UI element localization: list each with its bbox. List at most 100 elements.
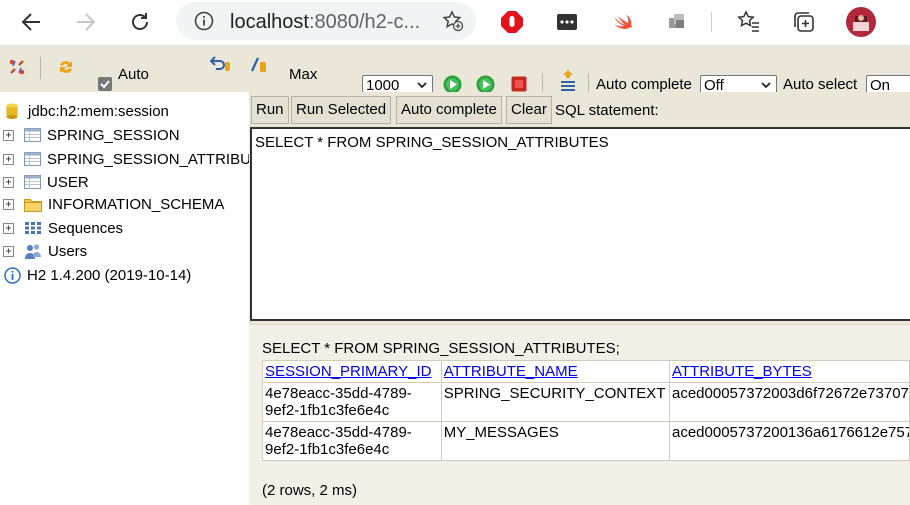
column-header-attribute-bytes[interactable]: ATTRIBUTE_BYTES xyxy=(668,360,910,383)
history-icon[interactable] xyxy=(559,69,577,91)
url-path: :8080/h2-c... xyxy=(308,11,421,33)
result-table: SESSION_PRIMARY_ID ATTRIBUTE_NAME ATTRIB… xyxy=(262,360,910,461)
run-icon[interactable] xyxy=(443,75,462,92)
forward-arrow-icon xyxy=(77,13,96,31)
expand-icon[interactable]: + xyxy=(3,176,14,188)
collections-icon xyxy=(794,12,814,32)
tree-item-label: USER xyxy=(47,173,89,191)
cell-id-line1: 4e78eacc-35dd-4789- xyxy=(265,385,412,402)
extensions-icon xyxy=(669,14,684,28)
cell-attribute-name: MY_MESSAGES xyxy=(440,421,670,461)
max-rows-label: Max xyxy=(289,66,318,83)
back-arrow-icon xyxy=(21,13,40,31)
result-header-row: SESSION_PRIMARY_ID ATTRIBUTE_NAME ATTRIB… xyxy=(262,360,910,383)
avatar-icon xyxy=(846,7,876,37)
tree-item-label: Sequences xyxy=(48,219,124,237)
tree-item-spring-session-attributes[interactable]: + SPRING_SESSION_ATTRIBUTES xyxy=(0,148,249,170)
expand-icon[interactable]: + xyxy=(3,129,14,141)
version-label: H2 1.4.200 (2019-10-14) xyxy=(27,266,192,284)
result-statement: SELECT * FROM SPRING_SESSION_ATTRIBUTES; xyxy=(262,340,620,357)
database-icon xyxy=(6,103,18,119)
max-rows-select[interactable]: 1000 xyxy=(362,75,433,92)
collections-button[interactable] xyxy=(792,10,816,34)
cell-attribute-bytes: aced0005737200136a6176612e757 xyxy=(668,421,910,461)
url-host: localhost xyxy=(230,11,309,33)
auto-complete-button[interactable]: Auto complete xyxy=(396,96,502,124)
run-selected-icon[interactable] xyxy=(476,75,495,92)
rollback-icon[interactable] xyxy=(210,55,232,75)
max-rows-value: 1000 xyxy=(366,77,400,92)
tree-connection[interactable]: jdbc:h2:mem:session xyxy=(0,100,169,122)
tree-item-spring-session[interactable]: + SPRING_SESSION xyxy=(0,124,180,146)
expand-icon[interactable]: + xyxy=(3,245,14,257)
result-footer: (2 rows, 2 ms) xyxy=(262,482,358,499)
chevron-down-icon xyxy=(417,82,427,89)
stop-icon[interactable] xyxy=(511,76,527,92)
profile-avatar[interactable] xyxy=(846,7,876,37)
dots-extension-icon xyxy=(557,14,577,30)
expand-icon[interactable]: + xyxy=(3,153,14,165)
auto-select-select[interactable]: On xyxy=(866,75,910,92)
favorites-icon xyxy=(737,10,759,32)
forward-button[interactable] xyxy=(70,6,102,38)
sql-statement-label: SQL statement: xyxy=(555,102,659,119)
sequences-icon xyxy=(25,222,41,234)
cell-id-line2: 9ef2-1fb1c3fe6e4c xyxy=(265,402,390,419)
cell-id-line2: 9ef2-1fb1c3fe6e4c xyxy=(265,441,390,458)
back-button[interactable] xyxy=(15,6,47,38)
run-button[interactable]: Run xyxy=(251,96,289,124)
tree-item-label: Users xyxy=(48,242,88,260)
auto-commit-label: Auto xyxy=(118,66,149,83)
expand-icon[interactable]: + xyxy=(3,222,14,234)
sql-editor[interactable]: SELECT * FROM SPRING_SESSION_ATTRIBUTES xyxy=(250,127,910,321)
cell-id-line1: 4e78eacc-35dd-4789- xyxy=(265,424,412,441)
info-icon xyxy=(194,11,214,31)
tree-item-information-schema[interactable]: + INFORMATION_SCHEMA xyxy=(0,193,224,215)
checkmark-icon xyxy=(100,80,110,89)
extension-button-2[interactable] xyxy=(610,10,634,34)
schema-tree: jdbc:h2:mem:session + SPRING_SESSION + S… xyxy=(0,92,249,505)
add-favorite-icon[interactable] xyxy=(442,10,464,32)
result-panel: SELECT * FROM SPRING_SESSION_ATTRIBUTES;… xyxy=(249,324,910,505)
tree-item-user[interactable]: + USER xyxy=(0,171,89,193)
users-icon xyxy=(25,243,41,259)
auto-select-label: Auto select xyxy=(783,76,858,92)
commit-icon[interactable] xyxy=(248,55,270,75)
table-row: 4e78eacc-35dd-4789- 9ef2-1fb1c3fe6e4c SPR… xyxy=(262,382,910,422)
auto-complete-select[interactable]: Off xyxy=(700,75,777,92)
cell-attribute-bytes: aced00057372003d6f72672e73707 xyxy=(668,382,910,422)
tree-version-info: H2 1.4.200 (2019-10-14) xyxy=(0,264,191,286)
toolbar-separator-3 xyxy=(588,73,589,92)
info-icon xyxy=(4,266,21,284)
extension-button-1[interactable] xyxy=(555,10,579,34)
toolbar-separator-1 xyxy=(40,57,41,79)
expand-icon[interactable]: + xyxy=(3,198,14,210)
favorites-button[interactable] xyxy=(737,10,761,34)
address-bar[interactable]: localhost:8080/h2-c... xyxy=(176,2,476,40)
column-header-attribute-name[interactable]: ATTRIBUTE_NAME xyxy=(440,360,670,383)
table-icon xyxy=(24,152,41,166)
auto-complete-value: Off xyxy=(704,77,724,92)
query-panel: Run Run Selected Auto complete Clear SQL… xyxy=(249,92,910,505)
table-row: 4e78eacc-35dd-4789- 9ef2-1fb1c3fe6e4c MY_… xyxy=(262,421,910,461)
refresh-icon[interactable] xyxy=(56,57,76,77)
auto-select-value: On xyxy=(870,77,891,92)
cell-session-primary-id: 4e78eacc-35dd-4789- 9ef2-1fb1c3fe6e4c xyxy=(262,382,442,422)
run-selected-button[interactable]: Run Selected xyxy=(291,96,392,124)
folder-icon xyxy=(24,198,42,212)
connection-label: jdbc:h2:mem:session xyxy=(28,102,169,120)
reload-button[interactable] xyxy=(124,6,156,38)
adblock-extension-button[interactable] xyxy=(500,10,524,34)
cell-session-primary-id: 4e78eacc-35dd-4789- 9ef2-1fb1c3fe6e4c xyxy=(262,421,442,461)
auto-complete-label: Auto complete xyxy=(596,76,692,92)
clear-button[interactable]: Clear xyxy=(506,96,552,124)
auto-commit-checkbox[interactable] xyxy=(98,77,112,91)
tree-item-sequences[interactable]: + Sequences xyxy=(0,217,123,239)
tree-item-users[interactable]: + Users xyxy=(0,240,87,262)
disconnect-icon[interactable] xyxy=(8,58,26,76)
chevron-down-icon xyxy=(761,82,771,89)
swift-icon xyxy=(614,14,632,29)
extension-button-3[interactable] xyxy=(665,10,689,34)
column-header-session-primary-id[interactable]: SESSION_PRIMARY_ID xyxy=(262,360,442,383)
browser-toolbar: localhost:8080/h2-c... xyxy=(0,0,910,45)
